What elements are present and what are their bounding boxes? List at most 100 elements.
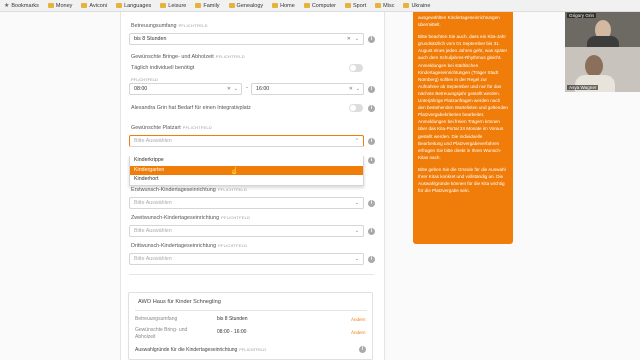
bookmark-ukraine[interactable]: Ukraine xyxy=(403,3,430,9)
from-time-field[interactable]: 08:00 ✕ ⌄ xyxy=(129,83,242,95)
info-icon[interactable]: i xyxy=(368,86,375,93)
to-time-field[interactable]: 16:00 ✕ ⌄ xyxy=(251,83,364,95)
bookmark-home[interactable]: Home xyxy=(272,3,295,9)
bookmark-label: Aviconi xyxy=(89,2,108,9)
bookmark-leisure[interactable]: Leisure xyxy=(160,3,186,9)
bookmark-family[interactable]: Family xyxy=(195,2,220,9)
participant-face xyxy=(585,55,603,77)
video-tile-participant[interactable]: Grigory Grin xyxy=(565,12,640,47)
star-icon: ★ xyxy=(4,3,10,9)
bookmark-languages[interactable]: Languages xyxy=(116,3,151,9)
third-choice-select[interactable]: Bitte Auswählen ⌄ xyxy=(129,253,364,265)
info-paragraph: ausgewählten Kindertageseinrichtungen üb… xyxy=(418,15,500,28)
daily-individual-toggle[interactable] xyxy=(349,64,363,72)
section-divider xyxy=(129,274,374,275)
info-icon[interactable]: i xyxy=(368,157,375,164)
bookmark-label: Sport xyxy=(352,2,367,9)
bookmark-label: Genealogy xyxy=(236,2,264,9)
bookmark-label: Home xyxy=(280,2,295,9)
bookmark-label: Computer xyxy=(311,2,336,9)
folder-icon xyxy=(116,3,123,8)
bookmark-label: Family xyxy=(203,2,220,9)
integration-label: Alexandra Grin hat Bedarf für einen Inte… xyxy=(131,105,251,111)
facility-summary-card: AWO Haus für Kinder Schnegling Betreuung… xyxy=(128,292,373,360)
clear-icon[interactable]: ✕ xyxy=(227,86,231,92)
info-panel: ausgewählten Kindertageseinrichtungen üb… xyxy=(413,12,513,244)
daily-individual-label: Täglich individuell benötigt xyxy=(131,65,195,71)
bookmark-label: Money xyxy=(55,2,73,9)
chevron-down-icon: ⌄ xyxy=(354,200,359,206)
clear-icon[interactable]: ✕ xyxy=(347,36,351,42)
folder-icon xyxy=(81,3,88,8)
change-link[interactable]: Ändern xyxy=(351,330,366,335)
pickup-time-label: Gewünschte Bringe- und Abholzeit PFLICHTF… xyxy=(131,54,245,60)
change-link[interactable]: Ändern xyxy=(351,317,366,322)
folder-icon xyxy=(272,3,279,8)
folder-icon xyxy=(403,3,410,8)
place-type-label: Gewünschte Platzart PFLICHTFELD xyxy=(131,125,212,131)
selection-reasons-label: Auswahlgründe für die Kindertageseinrich… xyxy=(135,347,267,353)
bookmark-misc[interactable]: Misc xyxy=(375,3,394,9)
folder-icon xyxy=(160,3,167,8)
info-icon[interactable]: i xyxy=(368,138,375,145)
clear-icon[interactable]: ✕ xyxy=(349,86,353,92)
info-icon[interactable]: i xyxy=(359,346,366,353)
care-scope-select[interactable]: bis 8 Stunden ✕ ⌄ xyxy=(129,33,364,45)
summary-divider xyxy=(135,310,367,311)
bookmark-sport[interactable]: Sport xyxy=(344,2,367,9)
bookmark-label: Ukraine xyxy=(411,2,431,9)
summary-row-value: 08:00 - 16:00 xyxy=(217,329,247,335)
time-separator: - xyxy=(246,85,248,91)
first-choice-label: Erstwunsch-Kindertageseinrichtung PFLICHT… xyxy=(131,187,247,193)
info-icon[interactable]: i xyxy=(368,36,375,43)
info-icon[interactable]: i xyxy=(368,105,375,112)
folder-icon xyxy=(303,3,310,8)
facility-title: AWO Haus für Kinder Schnegling xyxy=(138,299,221,305)
participant-name: Grigory Grin xyxy=(567,13,597,18)
option-kinderkrippe[interactable]: Kinderkrippe xyxy=(130,156,363,166)
info-icon[interactable]: i xyxy=(368,200,375,207)
bookmark-genealogy[interactable]: Genealogy xyxy=(228,2,264,9)
chevron-down-icon: ⌄ xyxy=(354,36,359,42)
from-required-label: PFLICHTFELD xyxy=(131,77,158,82)
bookmark-bookmarks[interactable]: ★ Bookmarks xyxy=(4,2,39,10)
info-paragraph: Bitte geben Sie die Gründe für die Auswa… xyxy=(418,166,506,194)
chevron-down-icon: ⌄ xyxy=(354,256,359,262)
summary-row-label: Betreuungsumfang xyxy=(135,316,178,322)
place-type-options: Kinderkrippe Kindergarten ☝ Kinderhort xyxy=(129,156,364,186)
third-choice-label: Drittwunsch-Kindertageseinrichtung PFLICH… xyxy=(131,243,248,249)
chevron-up-icon: ⌃ xyxy=(354,138,359,144)
bookmark-money[interactable]: Money xyxy=(47,2,73,9)
bookmark-label: Misc xyxy=(383,2,395,9)
chevron-down-icon: ⌄ xyxy=(233,86,238,92)
video-tile-participant[interactable]: Asya Wagner xyxy=(565,47,640,92)
info-icon[interactable]: i xyxy=(368,228,375,235)
chevron-down-icon: ⌄ xyxy=(355,86,360,92)
second-choice-select[interactable]: Bitte Auswählen ⌄ xyxy=(129,225,364,237)
folder-icon xyxy=(47,3,54,8)
bookmark-label: Languages xyxy=(124,2,152,9)
option-kindergarten[interactable]: Kindergarten ☝ xyxy=(130,165,363,175)
second-choice-label: Zweitwunsch-Kindertageseinrichtung PFLICH… xyxy=(131,215,251,221)
chevron-down-icon: ⌄ xyxy=(354,228,359,234)
summary-row-value: bis 8 Stunden xyxy=(217,316,248,322)
first-choice-select[interactable]: Bitte Auswählen ⌄ xyxy=(129,197,364,209)
bookmark-label: Bookmarks xyxy=(11,2,39,9)
participant-name: Asya Wagner xyxy=(567,85,599,90)
folder-icon xyxy=(344,3,351,8)
integration-toggle[interactable] xyxy=(349,104,363,112)
info-icon[interactable]: i xyxy=(368,256,375,263)
bookmark-aviconi[interactable]: Aviconi xyxy=(81,3,107,9)
bookmark-computer[interactable]: Computer xyxy=(303,2,336,9)
folder-icon xyxy=(228,3,235,8)
page-content: Betreuungsumfang PFLICHTFELD bis 8 Stunde… xyxy=(0,12,640,360)
participant-body xyxy=(587,36,619,47)
info-paragraph: Bitte beachten Sie auch, dass ein Kita-J… xyxy=(418,34,508,160)
option-kinderhort[interactable]: Kinderhort xyxy=(130,175,363,185)
bookmark-label: Leisure xyxy=(168,2,187,9)
bookmarks-bar: ★ Bookmarks Money Aviconi Languages Leisure Fa… xyxy=(0,0,640,12)
summary-row-label: Gewünschte Bring- und Abholzeit xyxy=(135,327,188,340)
place-type-select[interactable]: Bitte Auswählen ⌃ xyxy=(129,135,364,147)
folder-icon xyxy=(375,3,382,8)
care-scope-label: Betreuungsumfang PFLICHTFELD xyxy=(131,23,208,29)
